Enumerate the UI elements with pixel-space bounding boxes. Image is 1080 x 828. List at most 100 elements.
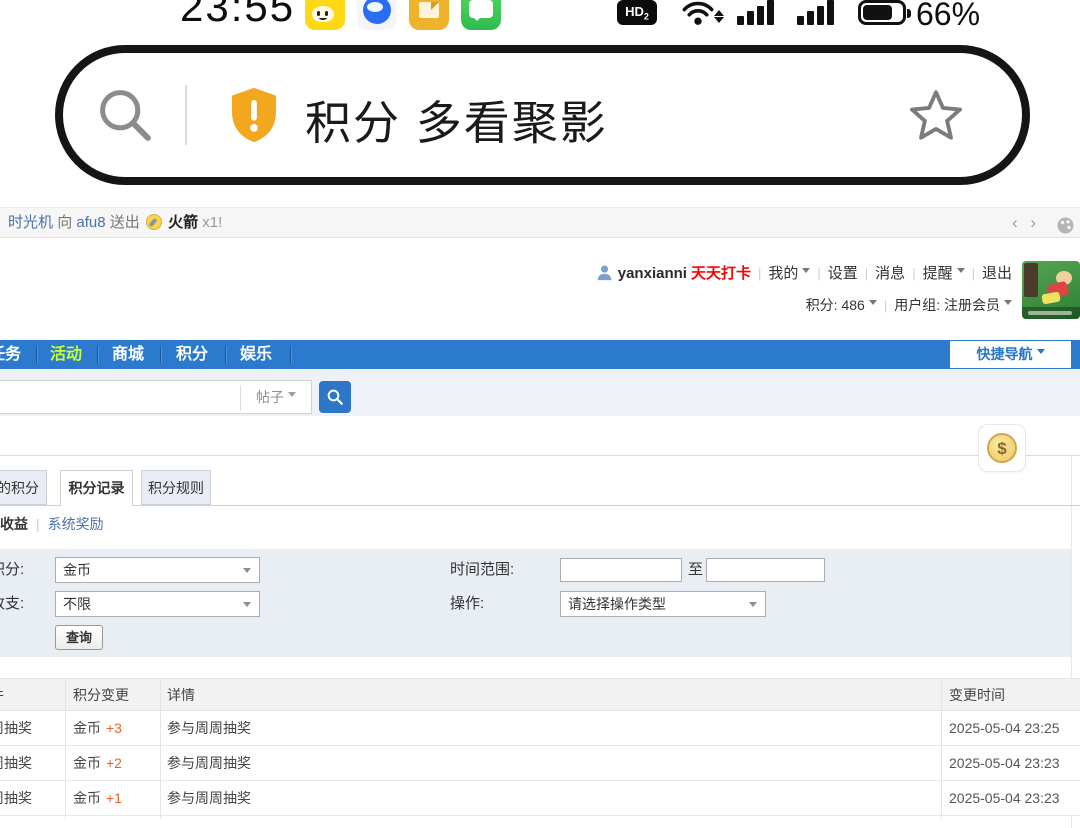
inout-label: 收支:	[0, 591, 24, 617]
chevron-down-icon	[243, 568, 251, 577]
cell-time: 2025-05-04 23:25	[949, 711, 1060, 746]
menu-messages[interactable]: 消息	[875, 265, 905, 282]
cell-event: 周周抽奖	[0, 781, 32, 816]
signal-sim2-icon	[797, 0, 839, 25]
nav-item-entertainment[interactable]: 娱乐	[240, 340, 272, 369]
blue-browser-app-icon	[357, 0, 397, 30]
column-separator	[65, 678, 66, 819]
orange-book-app-icon	[409, 0, 449, 30]
broadcast-message: 时光机 向 afu8 送出 火箭 x1!	[8, 208, 222, 237]
nav-item-tasks[interactable]: 任务	[0, 340, 21, 369]
chevron-down-icon	[802, 268, 810, 277]
forum-search-row: 帖子	[0, 369, 1080, 416]
cell-change: 金币+3	[73, 711, 122, 746]
palette-icon[interactable]	[1057, 215, 1074, 244]
table-header-row: 事件 积分变更 详情 变更时间	[0, 678, 1080, 711]
table-body: 周周抽奖 金币+3 参与周周抽奖 2025-05-04 23:25 周周抽奖 金…	[0, 711, 1080, 816]
cell-change: 金币+1	[73, 781, 122, 816]
points-type-select[interactable]: 金币	[55, 557, 260, 583]
operation-select[interactable]: 请选择操作类型	[560, 591, 766, 617]
points-delta: +3	[106, 720, 122, 736]
shield-warning-icon[interactable]	[223, 83, 285, 152]
chevron-down-icon	[749, 602, 757, 611]
menu-settings[interactable]: 设置	[828, 265, 858, 282]
avatar[interactable]	[1022, 261, 1080, 319]
subnav-system-rewards-link[interactable]: 系统奖励	[48, 516, 104, 532]
tab-points-log[interactable]: 积分记录	[60, 470, 133, 506]
time-to-input[interactable]	[706, 558, 825, 582]
tab-points-rules[interactable]: 积分规则	[141, 470, 211, 505]
broadcast-gift-name: 火箭	[168, 214, 198, 231]
cell-time: 2025-05-04 23:23	[949, 746, 1060, 781]
points-delta: +1	[106, 790, 122, 806]
nav-item-activity-active[interactable]: 活动	[50, 340, 82, 369]
chevron-down-icon	[1004, 300, 1012, 309]
time-from-input[interactable]	[560, 558, 682, 582]
clock: 23:55	[180, 0, 295, 31]
battery-percent: 66%	[916, 0, 980, 33]
tab-my-points[interactable]: 我的积分	[0, 470, 47, 505]
points-delta: +2	[106, 755, 122, 771]
chevron-down-icon	[1037, 349, 1045, 358]
divider	[185, 85, 187, 145]
yellow-cartoon-app-icon	[305, 0, 345, 30]
content-top-border	[0, 455, 1080, 456]
table-row: 周周抽奖 金币+1 参与周周抽奖 2025-05-04 23:23	[0, 781, 1080, 816]
network-arrows-icon	[714, 4, 724, 29]
main-nav: 任务 活动 商城 积分 娱乐 快捷导航	[0, 340, 1080, 369]
search-type-dropdown[interactable]: 帖子	[241, 381, 311, 413]
coin-widget[interactable]: $	[978, 424, 1026, 472]
hd-voice-icon: HD2	[617, 0, 657, 25]
status-bar: 23:55 HD2 66%	[0, 0, 1080, 30]
broadcast-receiver-link[interactable]: afu8	[76, 214, 105, 231]
quick-nav-button[interactable]: 快捷导航	[950, 341, 1071, 368]
forum-search-button[interactable]	[319, 381, 351, 413]
broadcast-sender-link[interactable]: 时光机	[8, 214, 53, 231]
header-time: 变更时间	[949, 679, 1005, 712]
address-bar-query[interactable]: 积分 多看聚影	[305, 87, 608, 153]
cell-time: 2025-05-04 23:23	[949, 781, 1060, 816]
inout-select[interactable]: 不限	[55, 591, 260, 617]
chevron-down-icon	[288, 392, 296, 401]
user-points[interactable]: 积分: 486	[806, 297, 865, 313]
broadcast-word-to: 向	[57, 214, 72, 231]
user-badge[interactable]: 天天打卡	[691, 265, 751, 282]
nav-item-mall[interactable]: 商城	[112, 340, 144, 369]
broadcast-count: x1!	[202, 214, 222, 231]
star-icon[interactable]	[905, 85, 967, 152]
menu-alerts[interactable]: 提醒	[923, 265, 953, 282]
user-group[interactable]: 用户组: 注册会员	[894, 297, 1000, 313]
to-label: 至	[688, 557, 703, 583]
chevron-down-icon	[957, 268, 965, 277]
subnav-income[interactable]: 收益	[0, 516, 28, 532]
points-label: 积分:	[0, 557, 24, 583]
cell-detail: 参与周周抽奖	[167, 711, 251, 746]
username[interactable]: yanxianni	[618, 265, 687, 282]
browser-address-bar[interactable]: 积分 多看聚影	[55, 45, 1030, 185]
chevron-down-icon	[243, 602, 251, 611]
gold-coin-icon: $	[987, 433, 1017, 463]
column-separator	[160, 678, 161, 819]
query-button[interactable]: 查询	[55, 625, 103, 650]
gift-rocket-icon	[146, 214, 162, 230]
header-detail: 详情	[167, 679, 195, 712]
column-separator	[941, 678, 942, 819]
screen: 23:55 HD2 66% 积分 多看聚影 时光机 向 afu8	[0, 0, 1080, 828]
wifi-icon	[681, 0, 715, 31]
cell-change: 金币+2	[73, 746, 122, 781]
cell-detail: 参与周周抽奖	[167, 746, 251, 781]
signal-sim1-icon	[737, 0, 779, 25]
broadcast-prev-next[interactable]: ‹ ›	[1012, 208, 1040, 237]
table-row: 周周抽奖 金币+3 参与周周抽奖 2025-05-04 23:25	[0, 711, 1080, 746]
time-range-label: 时间范围:	[450, 557, 514, 583]
user-icon	[596, 264, 613, 288]
nav-item-points[interactable]: 积分	[176, 340, 208, 369]
menu-logout[interactable]: 退出	[982, 265, 1012, 282]
forum-search-input[interactable]: 帖子	[0, 380, 312, 414]
cell-event: 周周抽奖	[0, 746, 32, 781]
broadcast-word-send: 送出	[110, 214, 140, 231]
cell-event: 周周抽奖	[0, 711, 32, 746]
menu-mine[interactable]: 我的	[768, 265, 798, 282]
green-messenger-app-icon	[461, 0, 501, 30]
header-change: 积分变更	[73, 679, 129, 712]
